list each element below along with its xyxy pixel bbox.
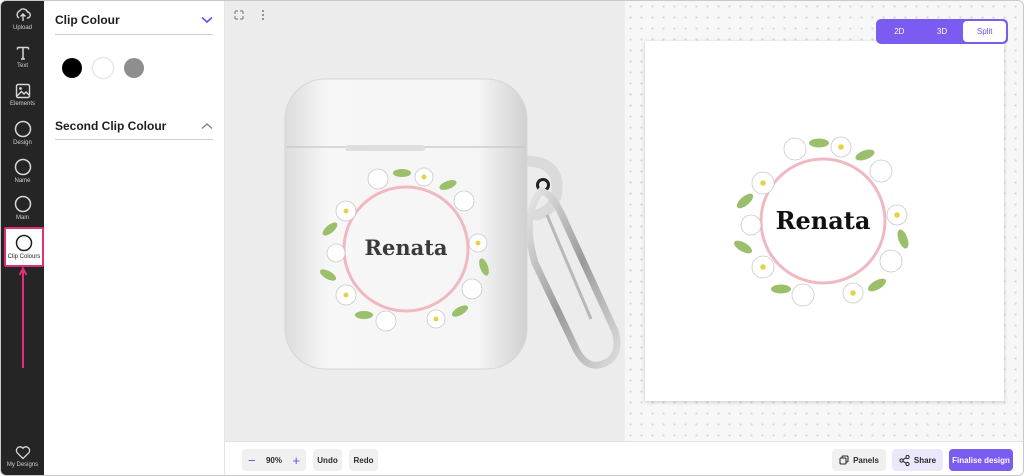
design-name-text: Renata bbox=[776, 206, 871, 235]
chevron-down-icon bbox=[201, 16, 213, 24]
rail-item-upload[interactable]: Upload bbox=[1, 7, 44, 31]
rail-label: Name bbox=[14, 178, 31, 184]
rail-item-my-designs[interactable]: My Designs bbox=[1, 445, 44, 468]
app-window: Upload Text Elements Design Name Main Cl… bbox=[0, 0, 1024, 476]
copy-icon bbox=[839, 455, 849, 465]
chevron-up-icon bbox=[201, 123, 213, 130]
rail-item-clip-colours[interactable]: Clip Colours bbox=[4, 227, 44, 267]
share-label: Share bbox=[913, 455, 937, 465]
rail-item-text[interactable]: Text bbox=[1, 45, 44, 69]
mode-3d-button[interactable]: 3D bbox=[921, 21, 964, 42]
panels-button[interactable]: Panels bbox=[832, 449, 886, 471]
circle-icon bbox=[14, 195, 31, 213]
rail-item-elements[interactable]: Elements bbox=[1, 83, 44, 107]
panels-label: Panels bbox=[853, 455, 879, 465]
bottom-toolbar: − 90% + Undo Redo Panels Share Finalise … bbox=[225, 441, 1023, 475]
undo-button[interactable]: Undo bbox=[313, 449, 342, 471]
airpods-case-preview: Renata bbox=[284, 78, 621, 370]
tool-rail: Upload Text Elements Design Name Main Cl… bbox=[1, 1, 44, 475]
2d-preview: Renata bbox=[625, 1, 1023, 441]
design-canvas: Renata Renata 2D 3D Split bbox=[225, 1, 1023, 441]
swatch-black[interactable] bbox=[62, 58, 82, 78]
divider bbox=[55, 34, 213, 35]
mode-split-button[interactable]: Split bbox=[963, 21, 1007, 42]
zoom-out-icon[interactable]: − bbox=[248, 453, 256, 468]
view-mode-switch: 2D 3D Split bbox=[876, 19, 1008, 44]
circle-icon bbox=[14, 120, 31, 138]
redo-button[interactable]: Redo bbox=[349, 449, 378, 471]
rail-label: Elements bbox=[9, 101, 35, 107]
case-name-text: Renata bbox=[365, 235, 448, 260]
rail-item-design[interactable]: Design bbox=[1, 120, 44, 146]
swatch-grey[interactable] bbox=[124, 58, 144, 78]
swatch-white[interactable] bbox=[93, 58, 113, 78]
finalise-design-button[interactable]: Finalise design bbox=[949, 449, 1013, 471]
image-icon bbox=[15, 83, 30, 99]
zoom-control: − 90% + bbox=[242, 449, 306, 471]
up-arrow-annotation-icon bbox=[19, 267, 27, 368]
rail-item-name[interactable]: Name bbox=[1, 158, 44, 184]
circle-icon bbox=[14, 158, 31, 176]
second-clip-colour-title: Second Clip Colour bbox=[55, 119, 167, 133]
rail-item-main[interactable]: Main bbox=[1, 195, 44, 221]
divider bbox=[55, 139, 213, 140]
heart-icon bbox=[15, 446, 30, 460]
rail-label: My Designs bbox=[6, 462, 39, 468]
rail-label: Main bbox=[15, 215, 29, 221]
text-icon bbox=[16, 46, 29, 60]
circle-icon bbox=[15, 234, 33, 252]
rail-label: Upload bbox=[12, 25, 32, 31]
upload-icon bbox=[15, 8, 31, 21]
zoom-in-icon[interactable]: + bbox=[292, 453, 300, 468]
rail-label: Clip Colours bbox=[7, 254, 41, 260]
mode-2d-button[interactable]: 2D bbox=[878, 21, 921, 42]
share-button[interactable]: Share bbox=[892, 449, 943, 471]
artboard: Renata bbox=[645, 41, 1004, 401]
share-icon bbox=[899, 454, 910, 466]
3d-preview: Renata bbox=[225, 1, 625, 441]
second-clip-colour-header[interactable]: Second Clip Colour bbox=[55, 117, 213, 135]
zoom-level: 90% bbox=[265, 455, 282, 465]
rail-label: Design bbox=[13, 140, 32, 146]
clip-colour-header[interactable]: Clip Colour bbox=[55, 11, 213, 29]
options-panel: Clip Colour Second Clip Colour bbox=[44, 1, 225, 475]
rail-label: Text bbox=[16, 63, 28, 69]
wreath-design: Renata bbox=[734, 136, 909, 307]
clip-colour-title: Clip Colour bbox=[55, 13, 120, 27]
